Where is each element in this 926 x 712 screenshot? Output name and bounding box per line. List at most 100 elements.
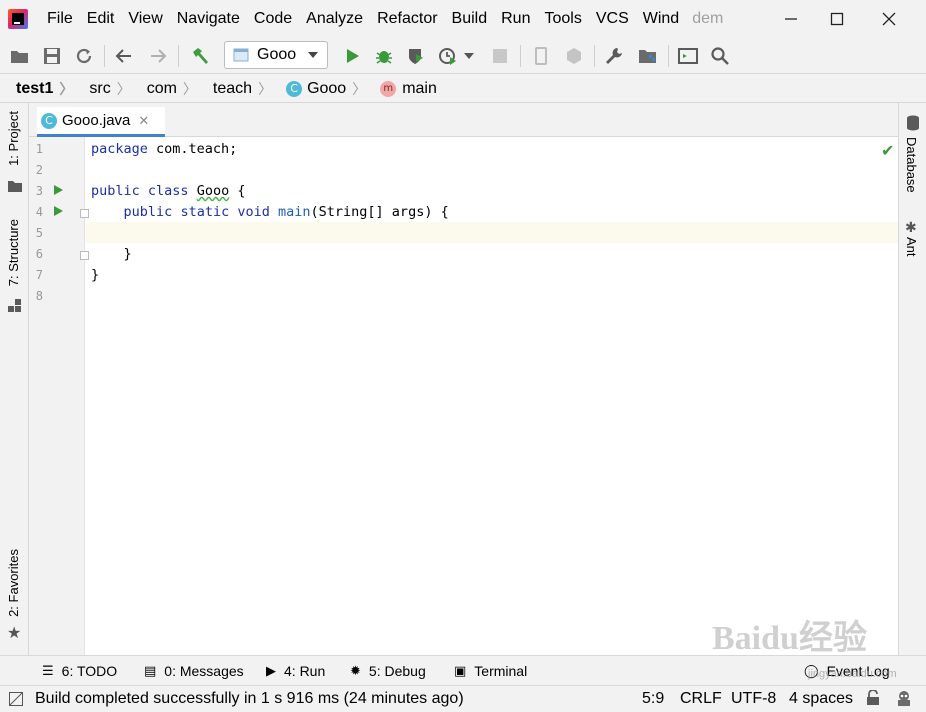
chevron-down-icon xyxy=(308,52,319,58)
close-window-button[interactable] xyxy=(866,0,912,38)
breadcrumb-com[interactable]: com 〉 xyxy=(131,75,197,103)
menu-edit[interactable]: Edit xyxy=(80,0,122,38)
file-encoding[interactable]: UTF-8 xyxy=(731,686,776,711)
menu-file[interactable]: File xyxy=(40,0,80,38)
line-number: 3 xyxy=(35,184,43,198)
menu-tools[interactable]: Tools xyxy=(537,0,588,38)
terminal-toolbar-button[interactable] xyxy=(676,44,700,68)
intellij-logo-icon xyxy=(8,9,28,29)
menu-navigate[interactable]: Navigate xyxy=(170,0,247,38)
device-manager-button[interactable] xyxy=(530,44,554,68)
editor-gutter: 1 2 3 4 5 6 7 8 xyxy=(29,137,89,655)
favorites-tool-button[interactable]: 2: Favorites xyxy=(6,549,21,617)
close-icon xyxy=(882,12,896,26)
messages-tool-button[interactable]: ▤ 0: Messages xyxy=(144,656,244,686)
status-toggle-icon[interactable] xyxy=(8,691,24,711)
breadcrumb-project[interactable]: test1 〉 xyxy=(0,75,73,103)
profile-dropdown[interactable] xyxy=(462,44,476,68)
profile-button[interactable] xyxy=(436,44,460,68)
watermark-url: jingyan.baidu.com xyxy=(808,668,897,680)
project-structure-icon xyxy=(639,50,656,63)
coverage-icon xyxy=(409,49,423,64)
forward-button[interactable] xyxy=(146,44,170,68)
run-button[interactable] xyxy=(340,44,364,68)
chevron-down-icon xyxy=(464,53,474,59)
search-everywhere-button[interactable] xyxy=(708,44,732,68)
menu-refactor[interactable]: Refactor xyxy=(370,0,444,38)
fold-marker-icon[interactable] xyxy=(80,209,89,218)
breadcrumb-method[interactable]: m main xyxy=(366,75,437,103)
run-class-gutter-icon[interactable] xyxy=(54,185,63,195)
wrench-icon xyxy=(606,48,622,64)
messages-icon: ▤ xyxy=(144,663,157,678)
back-button[interactable] xyxy=(112,44,136,68)
todo-tool-button[interactable]: ☰ 6: TODO xyxy=(42,656,117,686)
code-line-3: public class Gooo { xyxy=(91,183,246,199)
structure-tool-button[interactable]: 7: Structure xyxy=(6,219,21,286)
debug-button[interactable] xyxy=(372,44,396,68)
menu-analyze[interactable]: Analyze xyxy=(299,0,370,38)
editor-tab-bar: C Gooo.java ✕ xyxy=(29,103,898,137)
list-icon: ☰ xyxy=(42,663,54,678)
code-editor[interactable]: 1 2 3 4 5 6 7 8 package com.teach; publi… xyxy=(29,137,898,655)
settings-button[interactable] xyxy=(602,44,626,68)
menu-window[interactable]: Wind xyxy=(636,0,686,38)
build-project-button[interactable] xyxy=(188,44,212,68)
hammer-icon xyxy=(193,48,208,64)
folder-icon xyxy=(8,179,22,197)
code-line-4: public static void main(String[] args) { xyxy=(123,204,449,220)
save-all-button[interactable] xyxy=(40,44,64,68)
class-icon: C xyxy=(286,80,303,97)
status-bar: Build completed successfully in 1 s 916 … xyxy=(0,685,926,710)
search-icon xyxy=(711,47,729,65)
class-file-icon: C xyxy=(41,112,57,129)
menu-build[interactable]: Build xyxy=(445,0,495,38)
line-number: 8 xyxy=(35,289,43,303)
arrow-right-icon xyxy=(151,49,167,63)
minimize-button[interactable] xyxy=(768,0,814,38)
project-tool-button[interactable]: 1: Project xyxy=(6,111,21,166)
run-configuration-select[interactable]: Gooo xyxy=(224,41,328,69)
breadcrumb-src[interactable]: src 〉 xyxy=(73,75,130,103)
main-toolbar: Gooo xyxy=(0,38,926,74)
inspector-icon[interactable] xyxy=(895,689,913,712)
code-line-1: package com.teach; xyxy=(91,141,238,157)
menu-vcs[interactable]: VCS xyxy=(589,0,636,38)
line-separator[interactable]: CRLF xyxy=(680,686,722,711)
maximize-button[interactable] xyxy=(814,0,860,38)
caret-position[interactable]: 5:9 xyxy=(642,686,664,711)
breadcrumb-teach[interactable]: teach 〉 xyxy=(197,75,272,103)
menu-view[interactable]: View xyxy=(121,0,169,38)
stop-button[interactable] xyxy=(488,44,512,68)
close-tab-icon[interactable]: ✕ xyxy=(138,113,149,129)
lock-icon[interactable] xyxy=(866,689,880,711)
application-config-icon xyxy=(233,48,249,62)
run-tool-button[interactable]: ▶ 4: Run xyxy=(266,656,325,686)
terminal-tool-button[interactable]: ▣ Terminal xyxy=(454,656,527,686)
fold-marker-icon[interactable] xyxy=(80,251,89,260)
tool-window-bar: ☰ 6: TODO ▤ 0: Messages ▶ 4: Run ✹ 5: Debug … xyxy=(0,655,926,685)
inspection-ok-icon[interactable]: ✔ xyxy=(881,141,894,161)
menu-run[interactable]: Run xyxy=(494,0,537,38)
indent-setting[interactable]: 4 spaces xyxy=(789,686,853,711)
window-title: dem xyxy=(692,10,724,27)
code-line-6: } xyxy=(91,246,132,262)
line-number: 4 xyxy=(35,205,43,219)
sdk-manager-button[interactable] xyxy=(562,44,586,68)
run-with-coverage-button[interactable] xyxy=(404,44,428,68)
sync-button[interactable] xyxy=(72,44,96,68)
status-message[interactable]: Build completed successfully in 1 s 916 … xyxy=(35,686,464,711)
ant-tool-button[interactable]: Ant xyxy=(904,237,919,257)
ant-icon: ✱ xyxy=(905,219,917,235)
open-button[interactable] xyxy=(8,44,32,68)
project-structure-button[interactable] xyxy=(636,44,660,68)
menu-code[interactable]: Code xyxy=(247,0,299,38)
database-tool-button[interactable]: Database xyxy=(904,137,919,193)
arrow-left-icon xyxy=(115,49,131,63)
terminal-icon: ▣ xyxy=(454,663,467,678)
run-main-gutter-icon[interactable] xyxy=(54,206,63,216)
breadcrumb-class[interactable]: C Gooo 〉 xyxy=(272,75,366,103)
debug-tool-button[interactable]: ✹ 5: Debug xyxy=(350,656,426,686)
tab-gooo-java[interactable]: C Gooo.java ✕ xyxy=(37,107,165,137)
method-icon: m xyxy=(380,80,397,97)
